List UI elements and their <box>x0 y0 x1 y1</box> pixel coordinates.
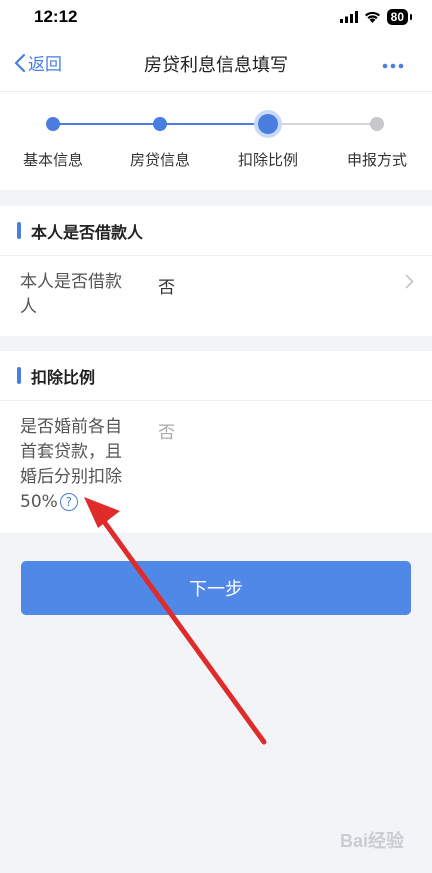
help-icon[interactable]: ? <box>59 493 78 511</box>
page-title: 房贷利息信息填写 <box>144 55 288 76</box>
field-label-line: 本人是否借款 <box>20 272 122 292</box>
ratio-field-row[interactable]: 是否婚前各自 首套贷款，且 婚后分别扣除 50%? 否 <box>0 401 432 529</box>
more-dots-icon <box>382 63 404 69</box>
section-title: 扣除比例 <box>31 367 96 387</box>
step-dot-current <box>258 114 278 134</box>
step-connector <box>53 123 160 125</box>
next-step-button[interactable]: 下一步 <box>21 561 411 615</box>
field-value[interactable]: 否 <box>158 418 175 443</box>
step-dot-done <box>46 117 60 131</box>
more-button[interactable] <box>382 54 404 73</box>
watermark: Bai经验 <box>339 831 404 851</box>
progress-stepper: 基本信息 房贷信息 扣除比例 申报方式 <box>0 92 432 190</box>
status-time: 12:12 <box>34 7 78 26</box>
status-bar: 12:12 80 <box>0 0 432 34</box>
signal-icon <box>339 11 358 23</box>
section-header: 本人是否借款人 <box>0 206 432 256</box>
section-header: 扣除比例 <box>0 351 432 401</box>
field-label: 本人是否借款 人 <box>20 270 140 320</box>
field-label-line: 是否婚前各自 <box>20 417 122 437</box>
step-label: 房贷信息 <box>129 151 190 169</box>
field-label-line: 50%? <box>20 490 140 515</box>
deduction-ratio-section: 扣除比例 是否婚前各自 首套贷款，且 婚后分别扣除 50%? 否 <box>0 351 432 533</box>
field-label-percent: 50% <box>20 492 58 512</box>
step-connector <box>160 123 268 125</box>
battery-icon: 80 <box>386 9 413 25</box>
step-label: 申报方式 <box>346 151 407 169</box>
step-label: 基本信息 <box>22 151 83 169</box>
section-accent-bar <box>17 222 21 239</box>
annotation-arrow-shaft <box>97 513 267 745</box>
field-label-line: 婚后分别扣除 <box>20 467 122 487</box>
chevron-right-icon <box>405 274 414 289</box>
section-accent-bar <box>17 367 21 384</box>
borrower-section: 本人是否借款人 本人是否借款 人 否 <box>0 206 432 336</box>
field-label-line: 人 <box>20 297 37 317</box>
section-title: 本人是否借款人 <box>31 222 144 242</box>
field-label-line: 首套贷款，且 <box>20 442 122 462</box>
wifi-icon <box>364 11 380 23</box>
field-value: 否 <box>158 278 175 298</box>
nav-bar: 返回 房贷利息信息填写 <box>0 34 432 92</box>
step-label: 扣除比例 <box>237 151 298 169</box>
step-dot-done <box>153 117 167 131</box>
step-connector <box>268 123 377 125</box>
step-dot-pending <box>370 117 384 131</box>
field-label: 是否婚前各自 首套贷款，且 婚后分别扣除 50%? <box>20 415 140 515</box>
borrower-field-row[interactable]: 本人是否借款 人 否 <box>0 256 432 334</box>
status-icons: 80 <box>339 9 413 25</box>
